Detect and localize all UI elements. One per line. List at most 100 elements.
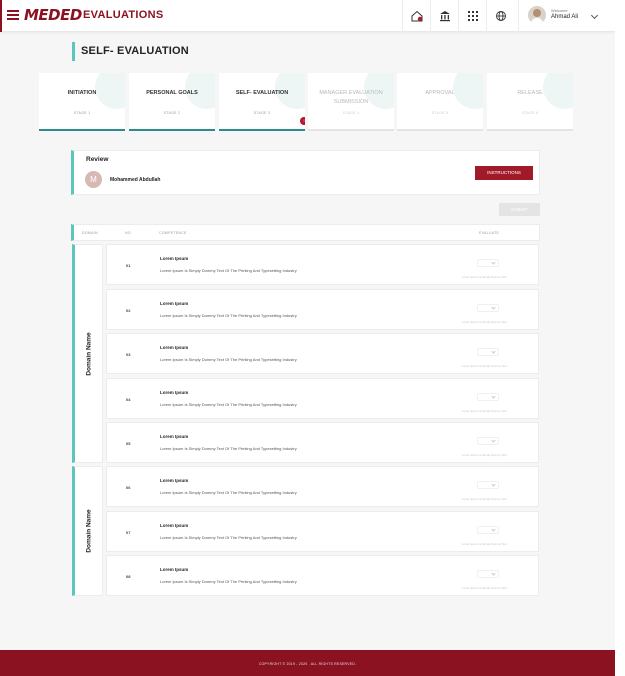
competence-description: Lorem Ipsum Is Simply Dummy Text Of The …	[160, 402, 297, 407]
evaluate-hint: Lorem Ipsum Is Simply Dummy Text	[462, 275, 507, 279]
hamburger-menu-icon[interactable]	[7, 10, 19, 20]
stage-number: STAGE 3	[253, 111, 271, 115]
stage-3[interactable]: SELF- EVALUATION STAGE 3!	[219, 73, 305, 131]
instructions-button[interactable]: INSTRUCTIONS	[475, 166, 533, 180]
col-header-domain: DOMAIN	[82, 231, 98, 235]
top-header: MEDED EVALUATIONS Welcome Ahmad Ali	[0, 0, 615, 32]
scrollbar-track[interactable]	[615, 0, 625, 676]
stage-progress-line	[39, 129, 125, 131]
competence-description: Lorem Ipsum Is Simply Dummy Text Of The …	[160, 357, 297, 362]
stage-number: STAGE 2	[163, 111, 181, 115]
domain-name: Domain Name	[85, 331, 92, 376]
stage-progress-line	[308, 129, 394, 131]
table-row: 08 Lorem Ipsum Lorem Ipsum Is Simply Dummy…	[106, 555, 539, 596]
stage-number: STAGE 4	[342, 111, 360, 115]
evaluate-dropdown[interactable]	[477, 481, 499, 489]
stage-name: APPROVAL	[425, 90, 455, 96]
competence-title: Lorem Ipsum	[160, 345, 189, 350]
stage-number: STAGE 5	[431, 111, 449, 115]
stage-name: INITIATION	[67, 90, 97, 96]
app-title: EVALUATIONS	[83, 9, 164, 21]
stage-name: RELEASE	[517, 90, 543, 96]
table-row: 04 Lorem Ipsum Lorem Ipsum Is Simply Dummy…	[106, 378, 539, 419]
col-header-competence: COMPETENCE	[159, 231, 187, 235]
competence-description: Lorem Ipsum Is Simply Dummy Text Of The …	[160, 268, 297, 273]
evaluate-hint: Lorem Ipsum Is Simply Dummy Text	[462, 586, 507, 590]
stage-1[interactable]: INITIATION STAGE 1	[39, 73, 125, 131]
reviewer-avatar: M	[85, 171, 102, 188]
domain-name: Domain Name	[85, 509, 92, 553]
competence-description: Lorem Ipsum Is Simply Dummy Text Of The …	[160, 535, 297, 540]
table-row: 05 Lorem Ipsum Lorem Ipsum Is Simply Dummy…	[106, 422, 539, 463]
table-row: 07 Lorem Ipsum Lorem Ipsum Is Simply Dummy…	[106, 511, 539, 552]
evaluate-hint: Lorem Ipsum Is Simply Dummy Text	[462, 497, 507, 501]
notification-home-icon[interactable]	[402, 0, 430, 32]
footer: COPYRIGHT © 2019 - 2020 . ALL RIGHTS RES…	[0, 650, 615, 676]
row-number: 02	[126, 308, 131, 313]
submit-button[interactable]: SUBMIT	[499, 203, 540, 216]
table-row: 06 Lorem Ipsum Lorem Ipsum Is Simply Dummy…	[106, 466, 539, 507]
table-row: 01 Lorem Ipsum Lorem Ipsum Is Simply Dummy…	[106, 244, 539, 285]
col-header-evaluate: EVALUATE	[479, 231, 500, 235]
stage-progress-line	[129, 129, 215, 131]
row-number: 04	[126, 397, 131, 402]
page-title: SELF- EVALUATION	[81, 45, 189, 57]
row-number: 08	[126, 574, 131, 579]
competence-title: Lorem Ipsum	[160, 478, 189, 483]
app-logo[interactable]: MEDED	[24, 6, 82, 24]
evaluate-dropdown[interactable]	[477, 526, 499, 534]
review-title: Review	[86, 156, 109, 163]
evaluate-dropdown[interactable]	[477, 393, 499, 401]
user-name: Ahmad Ali	[551, 14, 579, 20]
row-number: 03	[126, 352, 131, 357]
table-row: 03 Lorem Ipsum Lorem Ipsum Is Simply Dummy…	[106, 333, 539, 374]
stage-2[interactable]: PERSONAL GOALS STAGE 2	[129, 73, 215, 131]
competence-title: Lorem Ipsum	[160, 567, 189, 572]
domain-cell: Domain Name	[72, 244, 103, 463]
stage-number: STAGE 1	[73, 111, 91, 115]
evaluate-dropdown[interactable]	[477, 259, 499, 267]
table-header: DOMAIN NO COMPETENCE EVALUATE	[71, 224, 540, 241]
globe-icon[interactable]	[486, 0, 514, 32]
competence-description: Lorem Ipsum Is Simply Dummy Text Of The …	[160, 313, 297, 318]
evaluate-dropdown[interactable]	[477, 570, 499, 578]
stage-progress-line	[397, 129, 483, 131]
chevron-down-icon[interactable]	[590, 11, 599, 20]
competence-description: Lorem Ipsum Is Simply Dummy Text Of The …	[160, 446, 297, 451]
user-menu[interactable]: Welcome Ahmad Ali	[518, 0, 615, 32]
competence-title: Lorem Ipsum	[160, 256, 189, 261]
evaluate-dropdown[interactable]	[477, 304, 499, 312]
competence-title: Lorem Ipsum	[160, 434, 189, 439]
review-card: Review M Mohammed Abdullah INSTRUCTIONS	[71, 150, 540, 195]
competence-title: Lorem Ipsum	[160, 301, 189, 306]
apps-grid-icon[interactable]	[458, 0, 486, 32]
title-accent-bar	[72, 42, 75, 61]
competence-description: Lorem Ipsum Is Simply Dummy Text Of The …	[160, 579, 297, 584]
domain-cell: Domain Name	[72, 466, 103, 596]
stage-4[interactable]: MANAGER EVALUATION SUBMISSION STAGE 4	[308, 73, 394, 131]
stage-name: MANAGER EVALUATION SUBMISSION	[319, 90, 383, 105]
evaluate-hint: Lorem Ipsum Is Simply Dummy Text	[462, 364, 507, 368]
evaluate-hint: Lorem Ipsum Is Simply Dummy Text	[462, 320, 507, 324]
table-row: 02 Lorem Ipsum Lorem Ipsum Is Simply Dummy…	[106, 289, 539, 330]
stage-progress-line	[219, 129, 305, 131]
stage-alert-badge: !	[300, 117, 305, 125]
row-number: 05	[126, 441, 131, 446]
page: MEDED EVALUATIONS Welcome Ahmad Ali SELF…	[0, 0, 615, 676]
stage-name: SELF- EVALUATION	[235, 90, 289, 96]
stage-5[interactable]: APPROVAL STAGE 5	[397, 73, 483, 131]
competence-title: Lorem Ipsum	[160, 390, 189, 395]
stage-stepper: INITIATION STAGE 1 PERSONAL GOALS STAGE 2 SE…	[39, 73, 575, 131]
evaluate-dropdown[interactable]	[477, 348, 499, 356]
header-accent-bar	[0, 0, 2, 32]
welcome-label: Welcome	[551, 8, 568, 13]
bank-icon[interactable]	[430, 0, 458, 32]
stage-6[interactable]: RELEASE STAGE 6	[487, 73, 573, 131]
reviewer-name: Mohammed Abdullah	[110, 177, 161, 183]
evaluate-hint: Lorem Ipsum Is Simply Dummy Text	[462, 453, 507, 457]
row-number: 01	[126, 263, 131, 268]
evaluate-dropdown[interactable]	[477, 437, 499, 445]
stage-progress-line	[487, 129, 573, 131]
copyright-text: COPYRIGHT © 2019 - 2020 . ALL RIGHTS RES…	[258, 662, 357, 666]
col-header-no: NO	[125, 231, 131, 235]
